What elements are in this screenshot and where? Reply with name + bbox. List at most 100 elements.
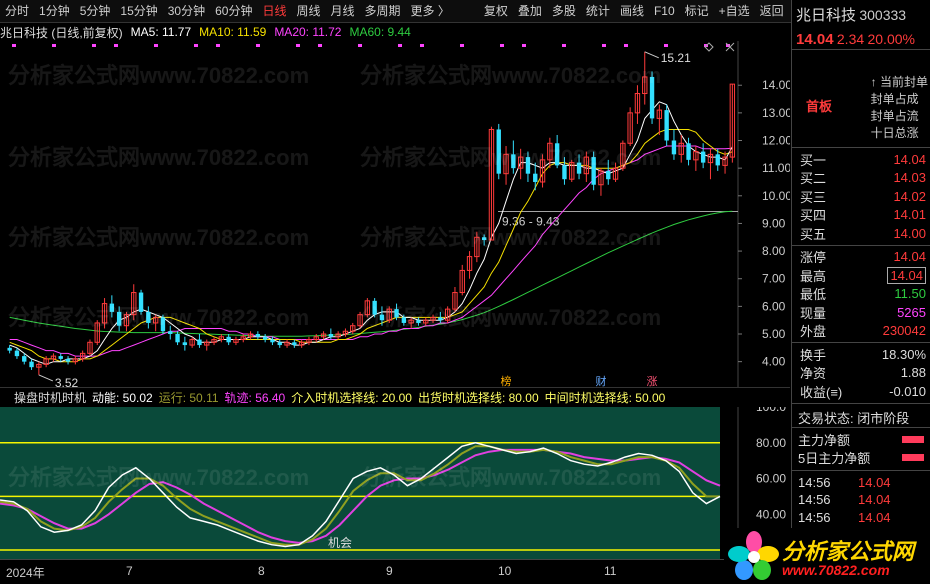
period-tab-0[interactable]: 分时 (0, 0, 34, 23)
limit-note-3: 十日总涨 (870, 126, 919, 140)
stat-label: 现量 (800, 305, 827, 321)
candle-body (686, 143, 691, 160)
bid-row-3[interactable]: 买四 14.01 (792, 206, 930, 225)
quote-code: 300333 (859, 7, 907, 23)
candle (678, 134, 684, 163)
candle-body (22, 356, 27, 362)
fund-row-2[interactable]: 收益(≡) -0.010 (792, 382, 930, 401)
bid-label: 买二 (800, 171, 827, 187)
fund-value-text: 18.30% (881, 346, 926, 362)
bid-label: 买四 (800, 208, 827, 224)
period-tab-4[interactable]: 30分钟 (163, 0, 210, 23)
stat-value: 5265 (864, 305, 926, 320)
candle-body (292, 342, 297, 346)
tool-button-8[interactable]: 返回 (755, 0, 789, 23)
candle (7, 345, 12, 354)
period-tab-9[interactable]: 多周期 (360, 0, 406, 23)
candle (533, 162, 538, 191)
tool-button-1[interactable]: 叠加 (513, 0, 547, 23)
tool-button-7[interactable]: +自选 (714, 0, 755, 23)
bid-value-text: 14.00 (893, 225, 926, 241)
limit-note-1: 封单占成 (870, 92, 919, 106)
low-pointer (38, 374, 54, 382)
candle (627, 107, 633, 147)
candle-body (255, 334, 261, 337)
stat-row-1[interactable]: 最高 14.04 (792, 266, 930, 285)
fund-row-1[interactable]: 净资 1.88 (792, 364, 930, 383)
indicator-chart[interactable]: 100.080.0060.0040.0020.00机会 (0, 407, 790, 559)
candle (459, 264, 465, 296)
candlestick-chart[interactable]: 4.00 5.00 6.00 7.00 8.00 9.00 10.00 11.00 12.00 1… (0, 41, 790, 387)
date-label-0: 2024年 (6, 566, 45, 580)
period-tab-2[interactable]: 5分钟 (75, 0, 116, 23)
bid-value-text: 14.01 (893, 207, 926, 223)
stat-label: 最低 (800, 287, 827, 303)
tool-button-4[interactable]: 画线 (615, 0, 649, 23)
candle (707, 148, 714, 180)
site-logo: 分析家公式网 www.70822.com (724, 528, 930, 584)
candle-body (401, 317, 407, 323)
quote-pct: 20.00% (867, 31, 915, 47)
quote-panel: 兆日科技 300333 14.04 2.34 20.00% 首板 ↑ 当前封单封… (791, 0, 930, 584)
stat-value-text: 11.50 (894, 286, 926, 302)
tool-button-2[interactable]: 多股 (547, 0, 581, 23)
candle (591, 151, 596, 191)
candle-body (394, 309, 399, 318)
signal-marker (52, 44, 56, 47)
period-tab-5[interactable]: 60分钟 (210, 0, 257, 23)
stat-row-4[interactable]: 外盘 230042 (792, 322, 930, 341)
candle-body (58, 356, 63, 359)
limit-up-info: 首板 ↑ 当前封单 封单占成 封单占流 十日总涨 (792, 50, 930, 148)
stat-value: 11.50 (864, 286, 926, 301)
bid-row-0[interactable]: 买一 14.04 (792, 150, 930, 169)
stat-row-3[interactable]: 现量 5265 (792, 303, 930, 322)
candle (277, 339, 282, 348)
bid-row-2[interactable]: 买三 14.02 (792, 187, 930, 206)
fund-row-0[interactable]: 换手 18.30% (792, 345, 930, 364)
candle (481, 234, 487, 246)
bid-row-4[interactable]: 买五 14.00 (792, 224, 930, 243)
stat-row-2[interactable]: 最低 11.50 (792, 285, 930, 304)
y-tick-label: 8.00 (762, 244, 786, 258)
tool-button-3[interactable]: 统计 (581, 0, 615, 23)
candle (50, 353, 57, 362)
tick-price: 14.04 (858, 474, 891, 490)
order-book: 买一 14.04 买二 14.03 买三 14.02 买四 14.01 买五 14.00 (792, 148, 930, 246)
bid-row-1[interactable]: 买二 14.03 (792, 169, 930, 188)
main-flow-row[interactable]: 主力净额 (792, 431, 930, 449)
y-tick-label: 13.00 (762, 106, 790, 120)
limit-notes: ↑ 当前封单 封单占成 封单占流 十日总涨 (871, 74, 928, 142)
indicator-title: 操盘时机时机 (14, 391, 87, 405)
y-tick-label: 11.00 (762, 161, 790, 175)
stat-value: 230042 (864, 323, 926, 338)
ma10-value: MA10: 11.59 (199, 25, 267, 39)
period-tab-8[interactable]: 月线 (326, 0, 360, 23)
candle-body (438, 317, 443, 321)
main-flow-5d-row[interactable]: 5日主力净额 (792, 449, 930, 467)
candle (539, 154, 546, 188)
indicator-y-label: 80.00 (756, 436, 786, 450)
candle (123, 311, 130, 332)
signal-marker (398, 44, 402, 47)
period-tab-6[interactable]: 日线 (257, 0, 291, 23)
high-label: 15.21 (661, 51, 691, 65)
tick-time: 14:56 (798, 509, 831, 525)
ma60-value: MA60: 9.44 (349, 25, 411, 39)
candle-body (715, 154, 720, 166)
candle (218, 334, 225, 343)
candle (517, 148, 524, 180)
stat-row-0[interactable]: 涨停 14.04 (792, 248, 930, 267)
period-tab-7[interactable]: 周线 (291, 0, 325, 23)
tool-button-0[interactable]: 复权 (479, 0, 513, 23)
quote-change: 2.34 (836, 31, 865, 47)
y-tick-label: 7.00 (762, 272, 786, 286)
period-tab-3[interactable]: 15分钟 (115, 0, 162, 23)
candle (298, 339, 305, 348)
tool-button-5[interactable]: F10 (649, 0, 680, 23)
candle-body (182, 342, 188, 346)
period-tab-10[interactable]: 更多 〉 (406, 0, 455, 23)
main-flow-label: 主力净额 (798, 433, 851, 448)
tool-button-6[interactable]: 标记 (680, 0, 714, 23)
period-tab-1[interactable]: 1分钟 (34, 0, 75, 23)
tick-row-2: 14:56 14.04 (792, 509, 930, 527)
